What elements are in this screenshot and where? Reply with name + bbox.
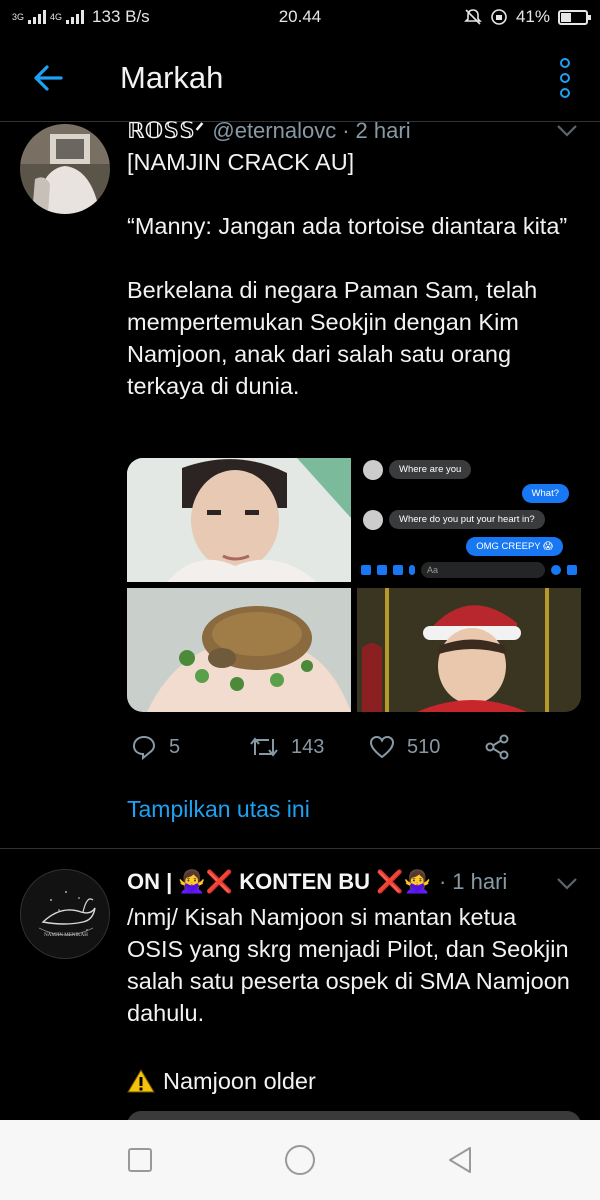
emoji-icon <box>551 565 561 575</box>
tweet-actions: 5 143 510 <box>127 727 557 767</box>
apps-icon <box>361 565 371 575</box>
photo-chat-screenshot[interactable]: Where are you What? Where do you put you… <box>357 458 581 582</box>
tweet-2[interactable]: NAMJIN MENIKAH ON | 🙅‍♀️❌ KONTEN BU ❌🙅‍♀… <box>0 849 600 1125</box>
signal-icon <box>28 10 47 24</box>
photo-portrait[interactable] <box>127 458 351 582</box>
mute-bell-icon <box>464 9 482 25</box>
reply-button[interactable]: 5 <box>131 734 249 760</box>
warning-text: Namjoon older <box>163 1068 316 1094</box>
reply-icon <box>132 735 156 760</box>
home-button[interactable] <box>270 1130 330 1190</box>
battery-percent: 41% <box>515 7 550 26</box>
heart-icon <box>369 735 395 759</box>
signal-icon-2 <box>66 10 85 24</box>
tweet-text: [NAMJIN CRACK AU] “Manny: Jangan ada tor… <box>127 149 568 399</box>
share-button[interactable] <box>484 734 510 760</box>
avatar[interactable] <box>20 124 110 214</box>
status-bar: 3G 4G 133 B/s 20.44 41% <box>0 0 600 34</box>
dot-icon <box>560 72 570 83</box>
meta-separator: · <box>438 869 447 894</box>
photo-santa-hat[interactable] <box>357 588 581 712</box>
data-saver-icon <box>491 9 507 25</box>
arrow-left-icon <box>34 64 63 91</box>
system-nav-bar <box>0 1120 600 1200</box>
meta-separator: · <box>342 118 350 143</box>
like-button[interactable]: 510 <box>369 735 484 759</box>
author-name[interactable]: ON | 🙅‍♀️❌ KONTEN BU ❌🙅‍♀️ <box>127 869 431 895</box>
network-type-left: 3G <box>12 11 25 22</box>
retweet-button[interactable]: 143 <box>249 735 369 759</box>
tweet-1[interactable]: ℝ𝕆𝕊𝕊ᐟ @eternalovc · 2 hari [NAMJIN CRACK… <box>0 118 600 847</box>
tweet-text: /nmj/ Kisah Namjoon si mantan ketua OSIS… <box>127 904 577 1026</box>
author-handle[interactable]: @eternalovc <box>212 118 336 144</box>
mic-icon <box>409 565 415 575</box>
reply-count: 5 <box>169 735 181 758</box>
message-input: Aa <box>421 562 545 578</box>
show-thread-link[interactable]: Tampilkan utas ini <box>127 796 310 823</box>
triangle-back-icon <box>449 1147 471 1173</box>
chat-bubble-sent: OMG CREEPY 😱 <box>466 537 563 556</box>
retweet-count: 143 <box>291 735 325 758</box>
chevron-down-icon[interactable] <box>556 877 578 891</box>
chat-bubble-received: Where are you <box>389 460 472 479</box>
tweet-time: 1 hari <box>452 869 508 894</box>
avatar-logo-text: NAMJIN MENIKAH <box>44 933 88 938</box>
network-speed: 133 B/s <box>92 7 150 26</box>
share-icon <box>485 734 509 760</box>
warning-icon <box>127 1069 155 1093</box>
warning-line: Namjoon older <box>127 1065 576 1097</box>
camera-icon <box>377 565 387 575</box>
tweet-header: ℝ𝕆𝕊𝕊ᐟ @eternalovc · 2 hari <box>127 116 576 146</box>
dot-icon <box>560 57 570 68</box>
tweet-header: ON | 🙅‍♀️❌ KONTEN BU ❌🙅‍♀️ · 1 hari <box>127 867 576 897</box>
app-header: Markah <box>0 34 600 122</box>
nav-back-button[interactable] <box>430 1130 490 1190</box>
square-icon <box>128 1148 152 1172</box>
circle-icon <box>285 1145 315 1175</box>
back-button[interactable] <box>0 34 96 122</box>
chevron-down-icon[interactable] <box>556 124 578 138</box>
avatar[interactable]: NAMJIN MENIKAH <box>20 869 110 959</box>
dot-icon <box>560 87 570 98</box>
tweet-time: 2 hari <box>355 118 411 143</box>
chat-toolbar: Aa <box>361 560 577 580</box>
page-title: Markah <box>120 59 224 95</box>
chat-bubble-sent: What? <box>521 484 569 503</box>
author-name[interactable]: ℝ𝕆𝕊𝕊ᐟ <box>127 118 204 144</box>
network-type-right: 4G <box>50 11 63 22</box>
like-count: 510 <box>407 735 441 758</box>
chat-bubble-received: Where do you put your heart in? <box>389 510 545 529</box>
battery-icon <box>558 9 591 25</box>
more-options-button[interactable] <box>530 34 600 122</box>
photo-icon <box>393 565 403 575</box>
like-icon <box>567 565 577 575</box>
photo-tortoise[interactable] <box>127 588 351 712</box>
retweet-icon <box>250 737 278 757</box>
media-grid[interactable]: Where are you What? Where do you put you… <box>127 458 581 712</box>
recent-apps-button[interactable] <box>110 1130 170 1190</box>
